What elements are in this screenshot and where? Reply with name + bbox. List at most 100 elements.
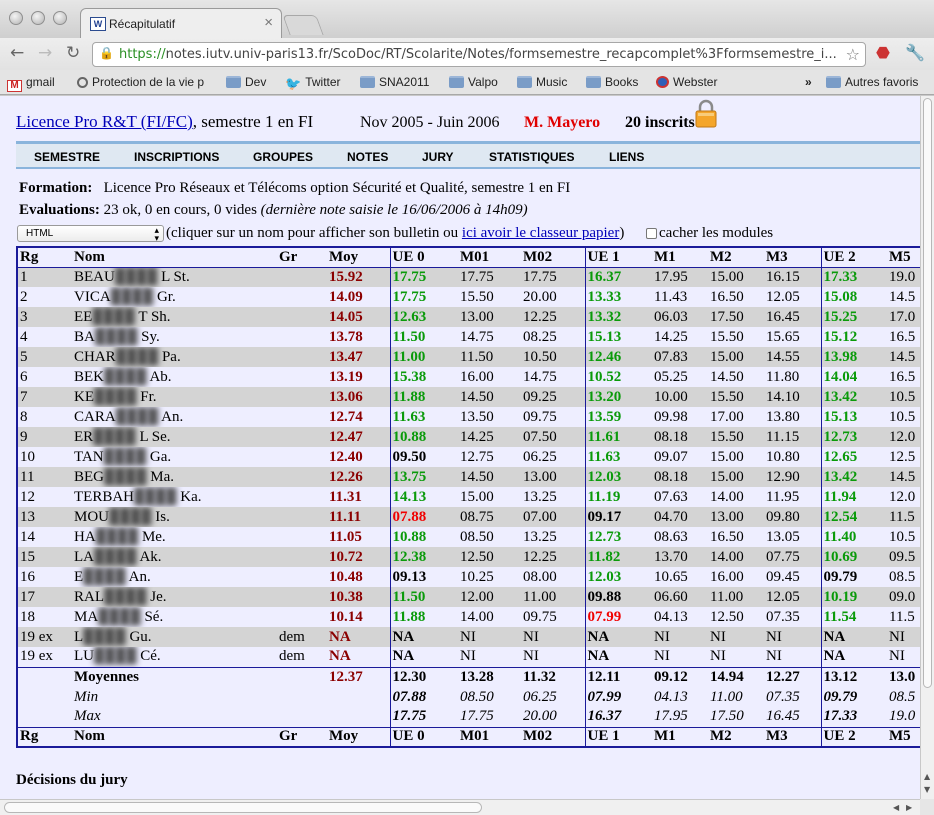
student-row[interactable]: 2 VICA████ Gr. 14.09 17.75 15.50 20.00 13.33 11… bbox=[17, 287, 920, 307]
ue1-cell: NA bbox=[584, 627, 652, 647]
student-name-cell[interactable]: MA████ Sé. bbox=[72, 607, 277, 627]
url-text[interactable]: https://notes.iutv.univ-paris13.fr/ScoDo… bbox=[119, 47, 839, 62]
scroll-up-arrow-icon[interactable]: ▲ bbox=[924, 772, 930, 781]
wrench-icon[interactable]: 🔧 bbox=[905, 43, 925, 63]
student-name-cell[interactable]: BEAU████ L St. bbox=[72, 266, 277, 287]
stop-extension-icon[interactable]: ⬣ bbox=[876, 43, 890, 63]
student-row[interactable]: 8 CARA████ An. 12.74 11.63 13.50 09.75 13.59 09… bbox=[17, 407, 920, 427]
vertical-scroll-thumb[interactable] bbox=[923, 98, 932, 688]
student-row[interactable]: 5 CHAR████ Pa. 13.47 11.00 11.50 10.50 12.46 07… bbox=[17, 347, 920, 367]
horizontal-scrollbar[interactable]: ◀ ▶ bbox=[0, 799, 920, 815]
close-window-button[interactable] bbox=[9, 11, 23, 25]
program-link[interactable]: Licence Pro R&T (FI/FC) bbox=[16, 112, 193, 131]
browser-tab[interactable]: W Récapitulatif × bbox=[80, 8, 282, 38]
format-select[interactable]: HTML ▴ ▾ bbox=[17, 225, 164, 243]
menu-semestre[interactable]: SEMESTRE bbox=[34, 150, 100, 164]
student-name-cell[interactable]: E████ An. bbox=[72, 567, 277, 587]
student-name-cell[interactable]: RAL████ Je. bbox=[72, 587, 277, 607]
padlock-icon[interactable] bbox=[695, 99, 717, 128]
student-row[interactable]: 4 BA████ Sy. 13.78 11.50 14.75 08.25 15.13 14.2… bbox=[17, 327, 920, 347]
folder-icon bbox=[517, 76, 532, 88]
student-row[interactable]: 14 HA████ Me. 11.05 10.88 08.50 13.25 12.73 08.… bbox=[17, 527, 920, 547]
paper-sheet-link[interactable]: ici avoir le classeur papier bbox=[462, 225, 619, 241]
ue2-cell: 11.40 bbox=[820, 527, 887, 547]
student-name-cell[interactable]: VICA████ Gr. bbox=[72, 287, 277, 307]
webster-icon bbox=[656, 76, 669, 88]
student-name-cell[interactable]: EE████ T Sh. bbox=[72, 307, 277, 327]
student-row[interactable]: 12 TERBAH████ Ka. 11.31 14.13 15.00 13.25 11.1… bbox=[17, 487, 920, 507]
minimize-window-button[interactable] bbox=[31, 11, 45, 25]
bookmark-gmail[interactable]: Mgmail bbox=[7, 75, 55, 92]
bookmark-sna2011[interactable]: SNA2011 bbox=[360, 75, 429, 89]
student-row[interactable]: 19 ex L████ Gu. dem NA NA NI NI NA NI NI NI NA NI bbox=[17, 627, 920, 647]
student-name-cell[interactable]: MOU████ Is. bbox=[72, 507, 277, 527]
m02-cell: 20.00 bbox=[521, 287, 585, 307]
student-row[interactable]: 1 BEAU████ L St. 15.92 17.75 17.75 17.75 16.37… bbox=[17, 266, 920, 287]
bookmark-star-icon[interactable]: ☆ bbox=[846, 45, 860, 64]
bookmark-dev[interactable]: Dev bbox=[226, 75, 266, 89]
rank-cell: 4 bbox=[17, 327, 72, 347]
student-row[interactable]: 6 BEK████ Ab. 13.19 15.38 16.00 14.75 10.52 05.… bbox=[17, 367, 920, 387]
student-name-cell[interactable]: KE████ Fr. bbox=[72, 387, 277, 407]
student-row[interactable]: 9 ER████ L Se. 12.47 10.88 14.25 07.50 11.61 08… bbox=[17, 427, 920, 447]
bookmark-valpo[interactable]: Valpo bbox=[449, 75, 498, 89]
student-name-cell[interactable]: ER████ L Se. bbox=[72, 427, 277, 447]
student-row[interactable]: 15 LA████ Ak. 10.72 12.38 12.50 12.25 11.82 13.… bbox=[17, 547, 920, 567]
student-row[interactable]: 18 MA████ Sé. 10.14 11.88 14.00 09.75 07.99 04.… bbox=[17, 607, 920, 627]
menu-liens[interactable]: LIENS bbox=[609, 150, 644, 164]
student-name-cell[interactable]: BEK████ Ab. bbox=[72, 367, 277, 387]
menu-inscriptions[interactable]: INSCRIPTIONS bbox=[134, 150, 219, 164]
menu-groupes[interactable]: GROUPES bbox=[253, 150, 313, 164]
student-name-cell[interactable]: LA████ Ak. bbox=[72, 547, 277, 567]
hide-modules-checkbox[interactable] bbox=[646, 228, 657, 239]
student-name-cell[interactable]: LU████ Cé. bbox=[72, 647, 277, 667]
menu-jury[interactable]: JURY bbox=[422, 150, 454, 164]
student-name-cell[interactable]: TERBAH████ Ka. bbox=[72, 487, 277, 507]
bookmark-music[interactable]: Music bbox=[517, 75, 567, 89]
student-row[interactable]: 16 E████ An. 10.48 09.13 10.25 08.00 12.03 10.6… bbox=[17, 567, 920, 587]
m02-cell: 09.75 bbox=[521, 407, 585, 427]
student-row[interactable]: 13 MOU████ Is. 11.11 07.88 08.75 07.00 09.17 04… bbox=[17, 507, 920, 527]
bookmark-protection[interactable]: Protection de la vie p bbox=[77, 75, 204, 89]
student-row[interactable]: 19 ex LU████ Cé. dem NA NA NI NI NA NI NI NI NA NI bbox=[17, 647, 920, 667]
scroll-down-arrow-icon[interactable]: ▼ bbox=[924, 785, 930, 794]
student-row[interactable]: 17 RAL████ Je. 10.38 11.50 12.00 11.00 09.88 06… bbox=[17, 587, 920, 607]
student-row[interactable]: 11 BEG████ Ma. 12.26 13.75 14.50 13.00 12.03 08… bbox=[17, 467, 920, 487]
reload-icon[interactable]: ↻ bbox=[66, 43, 80, 63]
back-arrow-icon[interactable]: ← bbox=[10, 43, 24, 63]
vertical-scrollbar[interactable]: ▲ ▼ bbox=[920, 96, 934, 799]
address-bar[interactable]: 🔒 https://notes.iutv.univ-paris13.fr/Sco… bbox=[92, 42, 866, 67]
tab-close-icon[interactable]: × bbox=[264, 14, 273, 31]
folder-icon bbox=[360, 76, 375, 88]
student-name-cell[interactable]: L████ Gu. bbox=[72, 627, 277, 647]
bookmark-other[interactable]: Autres favoris bbox=[826, 75, 918, 89]
student-name-cell[interactable]: BA████ Sy. bbox=[72, 327, 277, 347]
student-name-cell[interactable]: CARA████ An. bbox=[72, 407, 277, 427]
student-row[interactable]: 3 EE████ T Sh. 14.05 12.63 13.00 12.25 13.32 06… bbox=[17, 307, 920, 327]
bookmark-label: Books bbox=[605, 75, 639, 89]
m1-cell: 17.95 bbox=[652, 266, 708, 287]
student-name-cell[interactable]: BEG████ Ma. bbox=[72, 467, 277, 487]
m1-cell: 04.13 bbox=[652, 607, 708, 627]
bookmarks-overflow-chevron[interactable]: » bbox=[805, 75, 812, 89]
resize-corner[interactable] bbox=[920, 799, 934, 815]
bookmark-twitter[interactable]: 🐦 Twitter bbox=[285, 75, 341, 92]
student-name-cell[interactable]: CHAR████ Pa. bbox=[72, 347, 277, 367]
ue0-cell: 11.88 bbox=[389, 607, 458, 627]
new-tab-button[interactable] bbox=[282, 15, 324, 35]
menu-notes[interactable]: NOTES bbox=[347, 150, 388, 164]
menu-statistiques[interactable]: STATISTIQUES bbox=[489, 150, 575, 164]
scroll-right-arrow-icon[interactable]: ▶ bbox=[906, 803, 912, 812]
scroll-left-arrow-icon[interactable]: ◀ bbox=[893, 803, 899, 812]
bookmark-books[interactable]: Books bbox=[586, 75, 638, 89]
forward-arrow-icon[interactable]: → bbox=[38, 43, 52, 63]
horizontal-scroll-thumb[interactable] bbox=[4, 802, 482, 813]
student-row[interactable]: 7 KE████ Fr. 13.06 11.88 14.50 09.25 13.20 10.0… bbox=[17, 387, 920, 407]
student-name-cell[interactable]: TAN████ Ga. bbox=[72, 447, 277, 467]
ue1-cell: 12.03 bbox=[584, 467, 652, 487]
student-name-cell[interactable]: HA████ Me. bbox=[72, 527, 277, 547]
student-row[interactable]: 10 TAN████ Ga. 12.40 09.50 12.75 06.25 11.63 09… bbox=[17, 447, 920, 467]
zoom-window-button[interactable] bbox=[53, 11, 67, 25]
m1-cell: 11.43 bbox=[652, 287, 708, 307]
bookmark-webster[interactable]: Webster bbox=[656, 75, 717, 89]
